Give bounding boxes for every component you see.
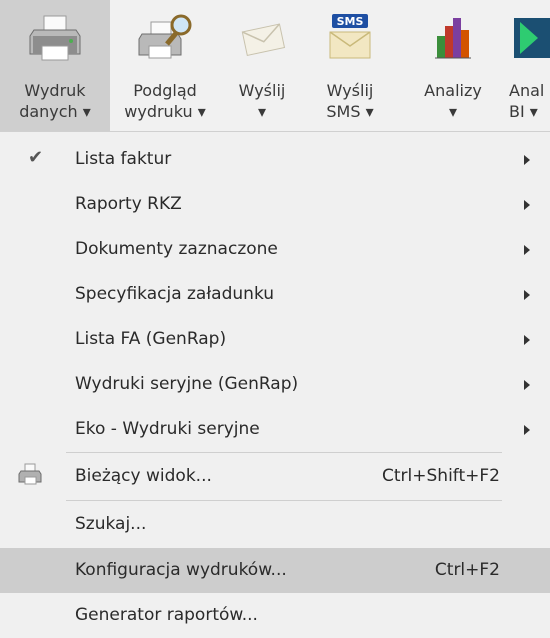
menu-item-fa-list-genrap[interactable]: Lista FA (GenRap) xyxy=(0,317,550,362)
menu-item-print-configuration[interactable]: Konfiguracja wydruków... Ctrl+F2 xyxy=(0,548,550,593)
menu-item-eko-serial-prints[interactable]: Eko - Wydruki seryjne xyxy=(0,407,550,452)
submenu-arrow-icon xyxy=(524,245,530,255)
menu-item-label: Generator raportów... xyxy=(75,605,258,625)
menu-item-search[interactable]: Szukaj... xyxy=(0,502,550,547)
envelope-icon xyxy=(241,23,286,57)
bi-icon xyxy=(514,18,550,58)
print-data-label: Wydruk danych ▾ xyxy=(19,81,91,121)
menu-item-label: Raporty RKZ xyxy=(75,194,182,214)
menu-item-label: Lista FA (GenRap) xyxy=(75,329,227,349)
shortcut-text: Ctrl+Shift+F2 xyxy=(382,466,500,486)
printer-icon xyxy=(29,15,81,61)
send-button[interactable]: Wyślij ▾ xyxy=(222,0,302,131)
send-sms-label: Wyślij SMS ▾ xyxy=(326,81,374,121)
send-sms-button[interactable]: SMS Wyślij SMS ▾ xyxy=(306,0,394,131)
analyses-button[interactable]: Analizy ▾ xyxy=(398,0,508,131)
print-data-dropdown-menu: ✔ Lista faktur Raporty RKZ Dokumenty zaz… xyxy=(0,131,550,638)
submenu-arrow-icon xyxy=(524,155,530,165)
shortcut-text: Ctrl+F2 xyxy=(434,560,500,580)
bar-chart-icon xyxy=(435,18,471,59)
analyses-label: Analizy ▾ xyxy=(424,81,482,121)
menu-item-label: Szukaj... xyxy=(75,514,147,534)
submenu-arrow-icon xyxy=(524,335,530,345)
ribbon-toolbar: Wydruk danych ▾ Podgląd wydruku ▾ Wyślij… xyxy=(0,0,550,131)
menu-item-rkz-reports[interactable]: Raporty RKZ xyxy=(0,182,550,227)
sms-badge-text: SMS xyxy=(337,15,364,28)
menu-item-current-view[interactable]: Bieżący widok... Ctrl+Shift+F2 xyxy=(0,454,550,499)
menu-item-label: Konfiguracja wydruków... xyxy=(75,560,287,580)
printer-small-icon xyxy=(18,463,42,485)
menu-item-label: Wydruki seryjne (GenRap) xyxy=(75,374,299,394)
bi-analyses-button[interactable]: Anal BI ▾ xyxy=(508,0,550,131)
print-preview-label: Podgląd wydruku ▾ xyxy=(124,81,206,121)
print-preview-icon xyxy=(138,14,192,59)
menu-item-loading-specification[interactable]: Specyfikacja załadunku xyxy=(0,272,550,317)
menu-item-label: Bieżący widok... xyxy=(75,466,212,486)
menu-separator xyxy=(66,452,502,453)
checkmark-icon: ✔ xyxy=(28,147,44,168)
menu-item-invoice-list[interactable]: ✔ Lista faktur xyxy=(0,137,550,182)
menu-item-report-generator[interactable]: Generator raportów... xyxy=(0,593,550,638)
menu-item-label: Specyfikacja załadunku xyxy=(75,284,275,304)
submenu-arrow-icon xyxy=(524,290,530,300)
sms-icon: SMS xyxy=(329,14,371,59)
menu-item-serial-prints-genrap[interactable]: Wydruki seryjne (GenRap) xyxy=(0,362,550,407)
print-preview-button[interactable]: Podgląd wydruku ▾ xyxy=(110,0,220,131)
print-data-button[interactable]: Wydruk danych ▾ xyxy=(0,0,110,131)
menu-item-selected-documents[interactable]: Dokumenty zaznaczone xyxy=(0,227,550,272)
menu-item-label: Eko - Wydruki seryjne xyxy=(75,419,260,439)
send-label: Wyślij ▾ xyxy=(238,81,286,121)
submenu-arrow-icon xyxy=(524,200,530,210)
menu-separator xyxy=(66,500,502,501)
submenu-arrow-icon xyxy=(524,380,530,390)
submenu-arrow-icon xyxy=(524,425,530,435)
menu-item-label: Dokumenty zaznaczone xyxy=(75,239,278,259)
menu-item-label: Lista faktur xyxy=(75,149,172,169)
bi-analyses-label: Anal BI ▾ xyxy=(509,81,545,121)
